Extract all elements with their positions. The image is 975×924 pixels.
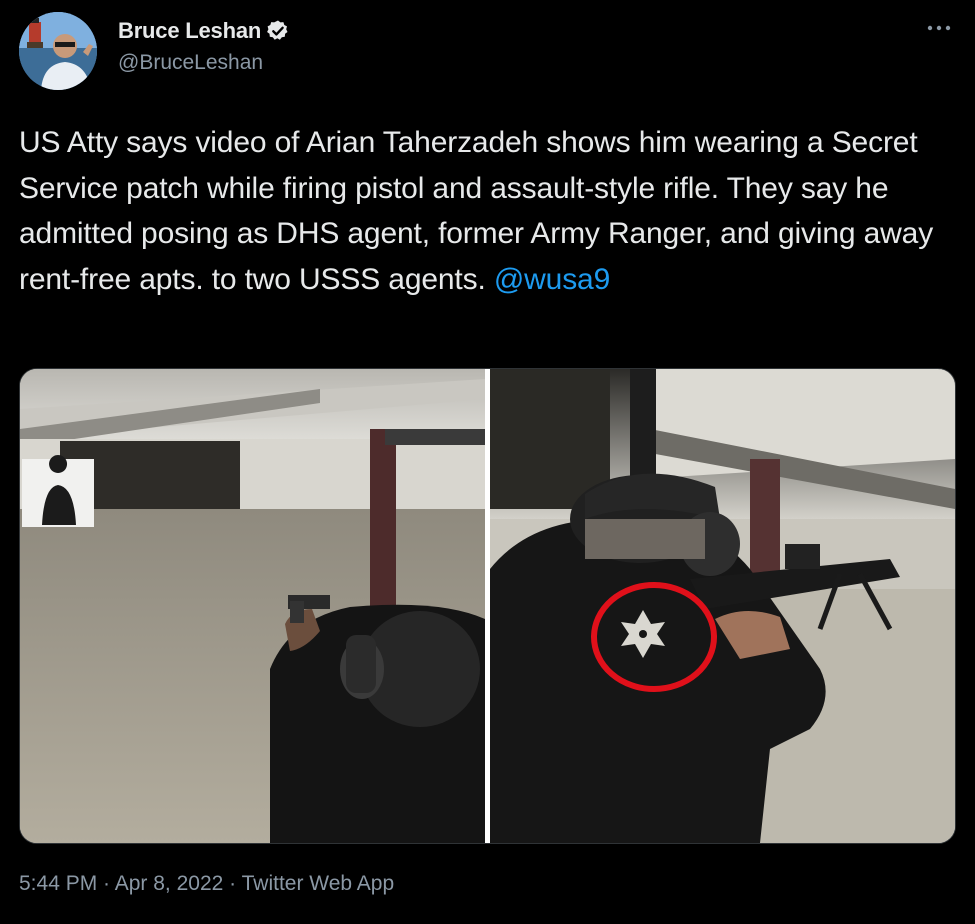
media-grid — [19, 368, 956, 844]
author-handle[interactable]: @BruceLeshan — [118, 51, 290, 75]
meta-separator-1: · — [97, 872, 115, 895]
tweet-card: Bruce Leshan @BruceLeshan US Atty says v… — [0, 0, 975, 924]
tweet-date[interactable]: Apr 8, 2022 — [115, 872, 224, 895]
author-block: Bruce Leshan @BruceLeshan — [118, 17, 290, 75]
tweet-source[interactable]: Twitter Web App — [242, 872, 395, 895]
more-horizontal-icon[interactable] — [925, 18, 953, 38]
author-name[interactable]: Bruce Leshan — [118, 18, 261, 44]
avatar[interactable] — [19, 12, 97, 90]
tweet-time[interactable]: 5:44 PM — [19, 872, 97, 895]
mention-link[interactable]: @wusa9 — [494, 263, 610, 296]
media-photo-pistol[interactable] — [20, 369, 485, 843]
tweet-meta: 5:44 PM · Apr 8, 2022 · Twitter Web App — [19, 872, 394, 896]
avatar-image — [19, 12, 97, 90]
tweet-body: US Atty says video of Arian Taherzadeh s… — [19, 126, 934, 296]
author-name-row: Bruce Leshan — [118, 17, 290, 45]
media-photo-rifle[interactable] — [490, 369, 955, 843]
meta-separator-2: · — [223, 872, 242, 895]
verified-badge-icon — [266, 19, 290, 43]
tweet-text: US Atty says video of Arian Taherzadeh s… — [19, 120, 949, 302]
